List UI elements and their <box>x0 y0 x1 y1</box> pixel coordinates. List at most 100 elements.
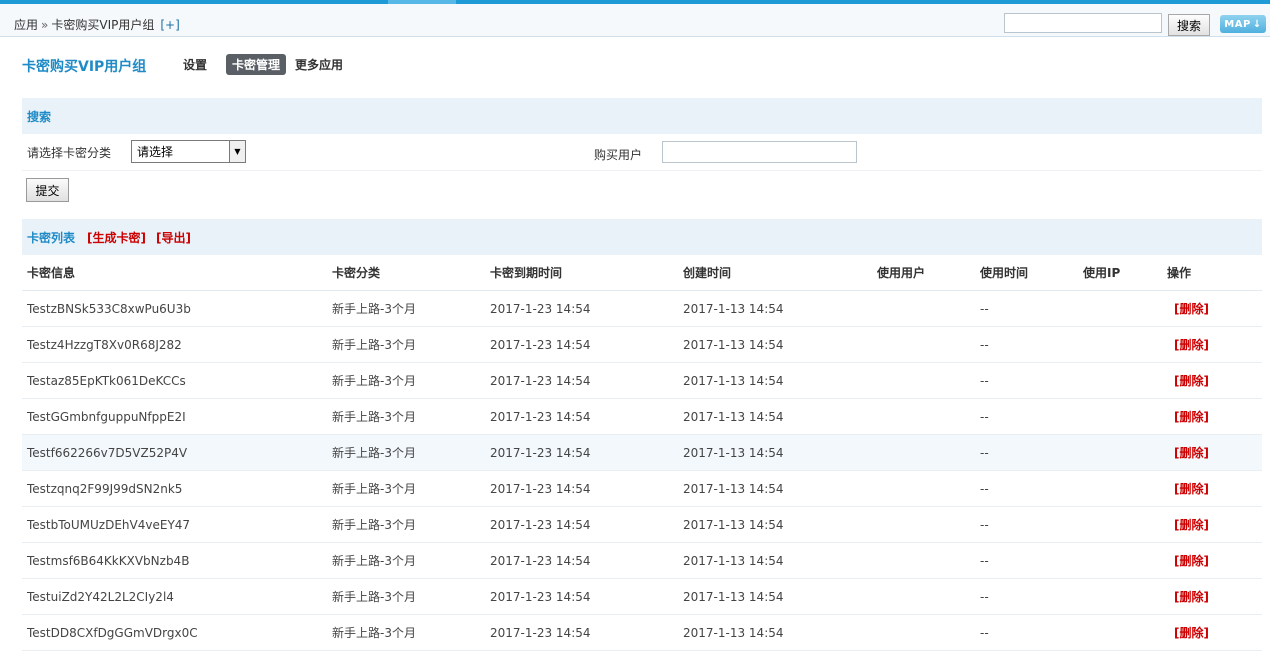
table-row: TestbToUMUzDEhV4veEY47 新手上路-3个月 2017-1-23 … <box>22 506 1262 543</box>
map-button[interactable]: MAP ↓ <box>1220 15 1266 33</box>
cell-user <box>872 470 975 507</box>
delete-link[interactable]: [删除] <box>1174 446 1209 460</box>
cell-ip <box>1078 362 1162 399</box>
arrow-down-icon: ↓ <box>1252 18 1262 30</box>
cell-used-time: -- <box>975 326 1078 363</box>
cell-action: [删除] <box>1162 614 1262 651</box>
breadcrumb-separator: » <box>41 18 49 32</box>
cell-used-time: -- <box>975 362 1078 399</box>
cell-category: 新手上路-3个月 <box>327 398 485 435</box>
delete-link[interactable]: [删除] <box>1174 410 1209 424</box>
cell-expire: 2017-1-23 14:54 <box>485 542 678 579</box>
nav-settings[interactable]: 设置 <box>183 54 212 75</box>
cell-ip <box>1078 542 1162 579</box>
cell-code: TestzBNSk533C8xwPu6U3b <box>22 290 327 327</box>
category-select-value: 请选择 <box>137 145 174 159</box>
cell-created: 2017-1-13 14:54 <box>678 362 872 399</box>
cell-created: 2017-1-13 14:54 <box>678 578 872 615</box>
app-nav: 设置 卡密管理 更多应用 <box>183 54 352 75</box>
table-row: Testzqnq2F99J99dSN2nk5 新手上路-3个月 2017-1-23 … <box>22 470 1262 507</box>
cell-ip <box>1078 506 1162 543</box>
delete-link[interactable]: [删除] <box>1174 338 1209 352</box>
nav-card-manage[interactable]: 卡密管理 <box>226 54 287 75</box>
buyer-label: 购买用户 <box>594 148 643 162</box>
table-row: Testz4HzzgT8Xv0R68J282 新手上路-3个月 2017-1-23 … <box>22 326 1262 363</box>
nav-more-apps[interactable]: 更多应用 <box>290 54 348 75</box>
cell-user <box>872 326 975 363</box>
col-created: 创建时间 <box>678 255 872 291</box>
col-card-info: 卡密信息 <box>22 255 327 291</box>
cell-created: 2017-1-13 14:54 <box>678 542 872 579</box>
export-link[interactable]: [导出] <box>156 229 191 246</box>
table-row: TestzBNSk533C8xwPu6U3b 新手上路-3个月 2017-1-23 … <box>22 290 1262 327</box>
cell-created: 2017-1-13 14:54 <box>678 326 872 363</box>
delete-link[interactable]: [删除] <box>1174 302 1209 316</box>
cell-created: 2017-1-13 14:54 <box>678 614 872 651</box>
cell-user <box>872 578 975 615</box>
cell-used-time: -- <box>975 434 1078 471</box>
cell-category: 新手上路-3个月 <box>327 326 485 363</box>
cell-code: Testmsf6B64KkKXVbNzb4B <box>22 542 327 579</box>
cell-category: 新手上路-3个月 <box>327 614 485 651</box>
cell-category: 新手上路-3个月 <box>327 290 485 327</box>
cell-action: [删除] <box>1162 398 1262 435</box>
cell-action: [删除] <box>1162 434 1262 471</box>
cell-ip <box>1078 290 1162 327</box>
delete-link[interactable]: [删除] <box>1174 374 1209 388</box>
dropdown-arrow-icon[interactable]: ▼ <box>229 141 245 162</box>
cell-action: [删除] <box>1162 578 1262 615</box>
generate-cards-link[interactable]: [生成卡密] <box>87 229 146 246</box>
cell-ip <box>1078 470 1162 507</box>
buyer-input[interactable] <box>662 141 857 163</box>
breadcrumb-current: 卡密购买VIP用户组 <box>51 18 155 32</box>
category-select[interactable]: 请选择 ▼ <box>131 140 246 163</box>
submit-button[interactable]: 提交 <box>26 178 69 202</box>
breadcrumb: 应用» 卡密购买VIP用户组 [+] <box>14 16 180 33</box>
cell-used-time: -- <box>975 614 1078 651</box>
cell-created: 2017-1-13 14:54 <box>678 290 872 327</box>
cell-expire: 2017-1-23 14:54 <box>485 614 678 651</box>
map-label: MAP <box>1224 18 1251 30</box>
col-category: 卡密分类 <box>327 255 485 291</box>
cell-user <box>872 506 975 543</box>
cell-category: 新手上路-3个月 <box>327 506 485 543</box>
add-shortcut-link[interactable]: [+] <box>160 18 179 32</box>
col-used-time: 使用时间 <box>975 255 1078 291</box>
cell-ip <box>1078 326 1162 363</box>
cell-ip <box>1078 614 1162 651</box>
cell-user <box>872 434 975 471</box>
cell-action: [删除] <box>1162 326 1262 363</box>
table-row: Testaz85EpKTk061DeKCCs 新手上路-3个月 2017-1-23 … <box>22 362 1262 399</box>
cell-category: 新手上路-3个月 <box>327 542 485 579</box>
cell-created: 2017-1-13 14:54 <box>678 506 872 543</box>
cell-used-time: -- <box>975 506 1078 543</box>
table-row: Testmsf6B64KkKXVbNzb4B 新手上路-3个月 2017-1-23 … <box>22 542 1262 579</box>
cell-code: TestbToUMUzDEhV4veEY47 <box>22 506 327 543</box>
cell-code: TestDD8CXfDgGGmVDrgx0C <box>22 614 327 651</box>
delete-link[interactable]: [删除] <box>1174 554 1209 568</box>
cell-created: 2017-1-13 14:54 <box>678 434 872 471</box>
top-search-button[interactable]: 搜索 <box>1168 14 1210 36</box>
cell-action: [删除] <box>1162 542 1262 579</box>
search-section-header: 搜索 <box>22 98 1262 134</box>
top-bar: 应用» 卡密购买VIP用户组 [+] 搜索 MAP ↓ <box>0 0 1270 37</box>
cell-category: 新手上路-3个月 <box>327 578 485 615</box>
table-row: TestGGmbnfguppuNfppE2I 新手上路-3个月 2017-1-23 … <box>22 398 1262 435</box>
cell-used-time: -- <box>975 542 1078 579</box>
cell-ip <box>1078 398 1162 435</box>
delete-link[interactable]: [删除] <box>1174 590 1209 604</box>
cell-code: Testf662266v7D5VZ52P4V <box>22 434 327 471</box>
cell-code: TestuiZd2Y42L2L2CIy2l4 <box>22 578 327 615</box>
delete-link[interactable]: [删除] <box>1174 518 1209 532</box>
col-user: 使用用户 <box>872 255 975 291</box>
breadcrumb-root[interactable]: 应用 <box>14 18 38 32</box>
top-search-input[interactable] <box>1004 13 1162 33</box>
cell-action: [删除] <box>1162 506 1262 543</box>
cell-expire: 2017-1-23 14:54 <box>485 398 678 435</box>
delete-link[interactable]: [删除] <box>1174 626 1209 640</box>
cell-expire: 2017-1-23 14:54 <box>485 362 678 399</box>
category-label: 请选择卡密分类 <box>27 146 112 160</box>
delete-link[interactable]: [删除] <box>1174 482 1209 496</box>
cell-code: TestGGmbnfguppuNfppE2I <box>22 398 327 435</box>
col-expire: 卡密到期时间 <box>485 255 678 291</box>
